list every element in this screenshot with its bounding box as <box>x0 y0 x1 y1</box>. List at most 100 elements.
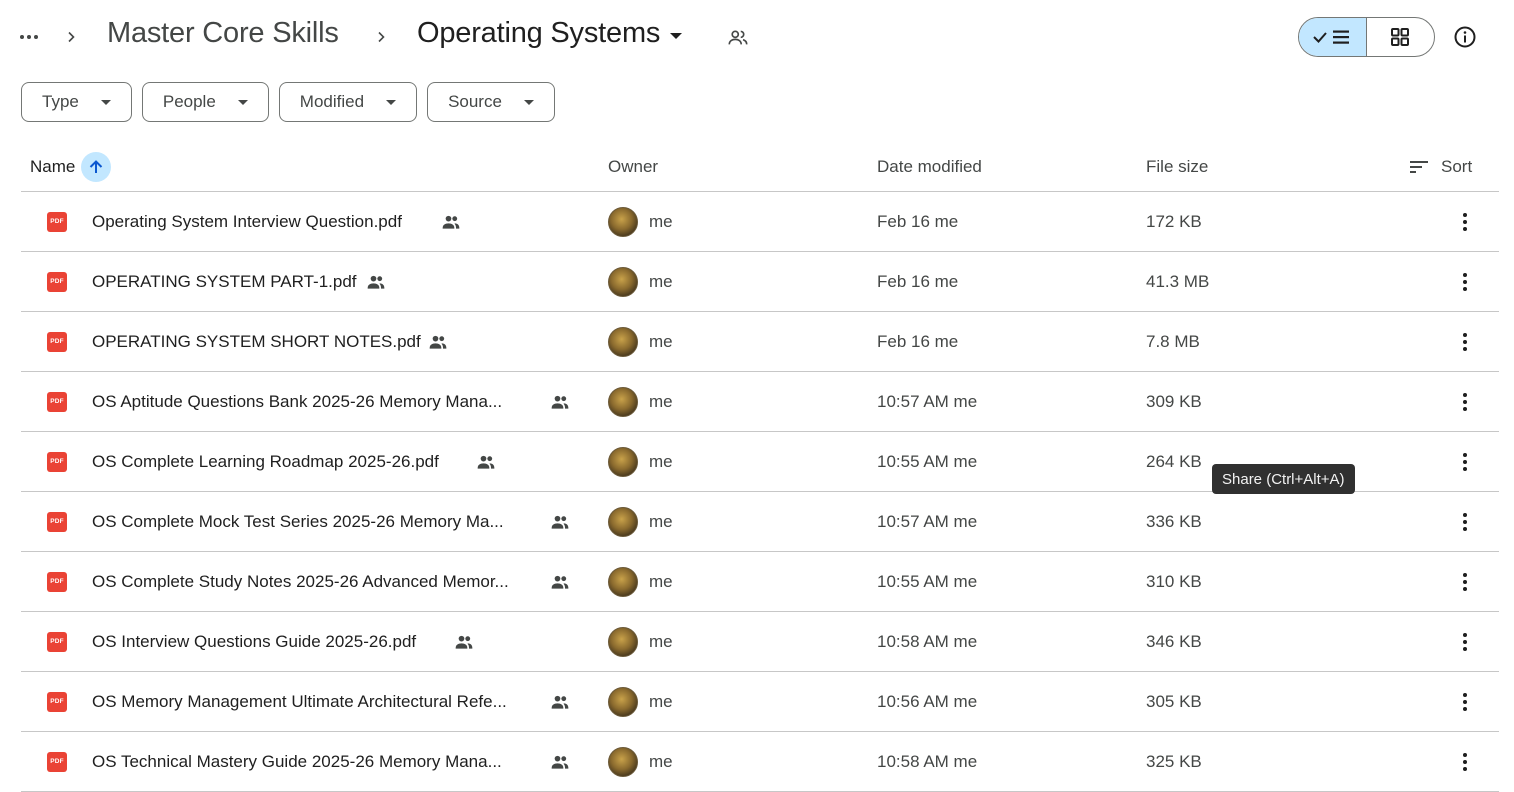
table-row[interactable]: PDF OS Complete Mock Test Series 2025-26… <box>21 492 1499 552</box>
more-vert-icon[interactable] <box>1451 552 1479 611</box>
more-vert-icon[interactable] <box>1451 672 1479 731</box>
list-view-button[interactable] <box>1299 18 1367 56</box>
more-vert-icon[interactable] <box>1451 252 1479 311</box>
caret-down-icon <box>670 32 683 39</box>
table-row[interactable]: PDF Operating System Interview Question.… <box>21 192 1499 252</box>
avatar[interactable] <box>608 446 638 477</box>
arrow-up-icon[interactable] <box>81 152 112 182</box>
file-size: 325 KB <box>1146 751 1202 771</box>
pdf-icon: PDF <box>47 511 67 532</box>
file-type-cell: PDF <box>47 492 67 551</box>
pdf-icon: PDF <box>47 451 67 472</box>
avatar[interactable] <box>608 626 638 657</box>
caret-down-icon <box>237 99 248 105</box>
checked-list-icon <box>1313 30 1350 44</box>
owner-cell: me <box>608 252 673 311</box>
avatar[interactable] <box>608 746 638 777</box>
file-size: 41.3 MB <box>1146 271 1210 291</box>
owner-cell: me <box>608 192 673 251</box>
table-row[interactable]: PDF OS Aptitude Questions Bank 2025-26 M… <box>21 372 1499 432</box>
breadcrumb-current[interactable]: Operating Systems <box>417 17 683 50</box>
filter-label: People <box>162 92 216 111</box>
owner-cell: me <box>608 492 673 551</box>
file-name: OS Memory Management Ultimate Architectu… <box>92 691 507 711</box>
caret-down-icon <box>100 99 111 105</box>
more-vert-icon[interactable] <box>1451 492 1479 551</box>
date-modified: 10:58 AM me <box>877 631 978 651</box>
more-horiz-icon[interactable] <box>14 22 44 52</box>
column-size-header[interactable]: File size <box>1146 142 1208 192</box>
people-outline-icon[interactable] <box>724 24 752 52</box>
pdf-icon: PDF <box>47 391 67 412</box>
filter-modified[interactable]: Modified <box>278 82 418 122</box>
file-name-cell: OS Complete Study Notes 2025-26 Advanced… <box>92 552 509 611</box>
grid-view-button[interactable] <box>1367 18 1435 56</box>
column-name-header[interactable]: Name <box>30 142 112 192</box>
file-size: 264 KB <box>1146 451 1202 471</box>
filter-source[interactable]: Source <box>427 82 555 122</box>
file-size: 7.8 MB <box>1146 331 1200 351</box>
chevron-right-icon <box>374 26 388 48</box>
table-header: Name Owner Date modified File size Sort <box>21 142 1499 192</box>
avatar[interactable] <box>608 386 638 417</box>
file-name-cell: OS Complete Mock Test Series 2025-26 Mem… <box>92 492 504 551</box>
column-name-label: Name <box>30 157 76 176</box>
owner-cell: me <box>608 552 673 611</box>
file-type-cell: PDF <box>47 312 67 371</box>
file-size: 172 KB <box>1146 211 1202 231</box>
file-size: 336 KB <box>1146 511 1202 531</box>
column-date-header[interactable]: Date modified <box>877 142 982 192</box>
avatar[interactable] <box>608 686 638 717</box>
date-modified: Feb 16 me <box>877 271 959 291</box>
avatar[interactable] <box>608 566 638 597</box>
people-icon <box>549 511 571 533</box>
table-row[interactable]: PDF OS Technical Mastery Guide 2025-26 M… <box>21 732 1499 792</box>
file-size: 309 KB <box>1146 391 1202 411</box>
file-name: Operating System Interview Question.pdf <box>92 211 402 231</box>
pdf-icon: PDF <box>47 691 67 712</box>
sort-button[interactable]: Sort <box>1409 142 1472 192</box>
table-row[interactable]: PDF OPERATING SYSTEM SHORT NOTES.pdf me … <box>21 312 1499 372</box>
caret-down-icon <box>523 99 534 105</box>
filter-bar: Type People Modified Source <box>21 82 555 122</box>
owner-cell: me <box>608 732 673 791</box>
info-icon[interactable] <box>1449 21 1481 53</box>
owner-cell: me <box>608 372 673 431</box>
file-type-cell: PDF <box>47 252 67 311</box>
pdf-icon: PDF <box>47 211 67 232</box>
people-icon <box>453 631 475 653</box>
people-icon <box>427 331 449 353</box>
filter-label: Modified <box>299 92 365 111</box>
people-icon <box>475 451 497 473</box>
date-modified: Feb 16 me <box>877 211 959 231</box>
filter-type[interactable]: Type <box>21 82 132 122</box>
avatar[interactable] <box>608 506 638 537</box>
owner-cell: me <box>608 312 673 371</box>
owner-name: me <box>649 571 673 591</box>
file-name: OPERATING SYSTEM SHORT NOTES.pdf <box>92 331 421 351</box>
column-owner-header: Owner <box>608 157 659 176</box>
file-name-cell: OPERATING SYSTEM SHORT NOTES.pdf <box>92 312 421 371</box>
more-vert-icon[interactable] <box>1451 312 1479 371</box>
more-vert-icon[interactable] <box>1451 612 1479 671</box>
more-vert-icon[interactable] <box>1451 372 1479 431</box>
more-vert-icon[interactable] <box>1451 192 1479 251</box>
file-name-cell: OS Technical Mastery Guide 2025-26 Memor… <box>92 732 502 791</box>
owner-name: me <box>649 391 673 411</box>
date-modified: 10:56 AM me <box>877 691 978 711</box>
date-modified: 10:58 AM me <box>877 751 978 771</box>
more-vert-icon[interactable] <box>1451 432 1479 491</box>
avatar[interactable] <box>608 206 638 237</box>
avatar[interactable] <box>608 326 638 357</box>
filter-people[interactable]: People <box>141 82 269 122</box>
sort-lines-icon <box>1410 161 1428 173</box>
avatar[interactable] <box>608 266 638 297</box>
table-row[interactable]: PDF OPERATING SYSTEM PART-1.pdf me Feb 1… <box>21 252 1499 312</box>
table-row[interactable]: PDF OS Complete Study Notes 2025-26 Adva… <box>21 552 1499 612</box>
file-name: OS Complete Learning Roadmap 2025-26.pdf <box>92 451 439 471</box>
table-row[interactable]: PDF OS Memory Management Ultimate Archit… <box>21 672 1499 732</box>
more-vert-icon[interactable] <box>1451 732 1479 791</box>
breadcrumb-parent[interactable]: Master Core Skills <box>107 17 339 50</box>
table-row[interactable]: PDF OS Interview Questions Guide 2025-26… <box>21 612 1499 672</box>
file-type-cell: PDF <box>47 732 67 791</box>
